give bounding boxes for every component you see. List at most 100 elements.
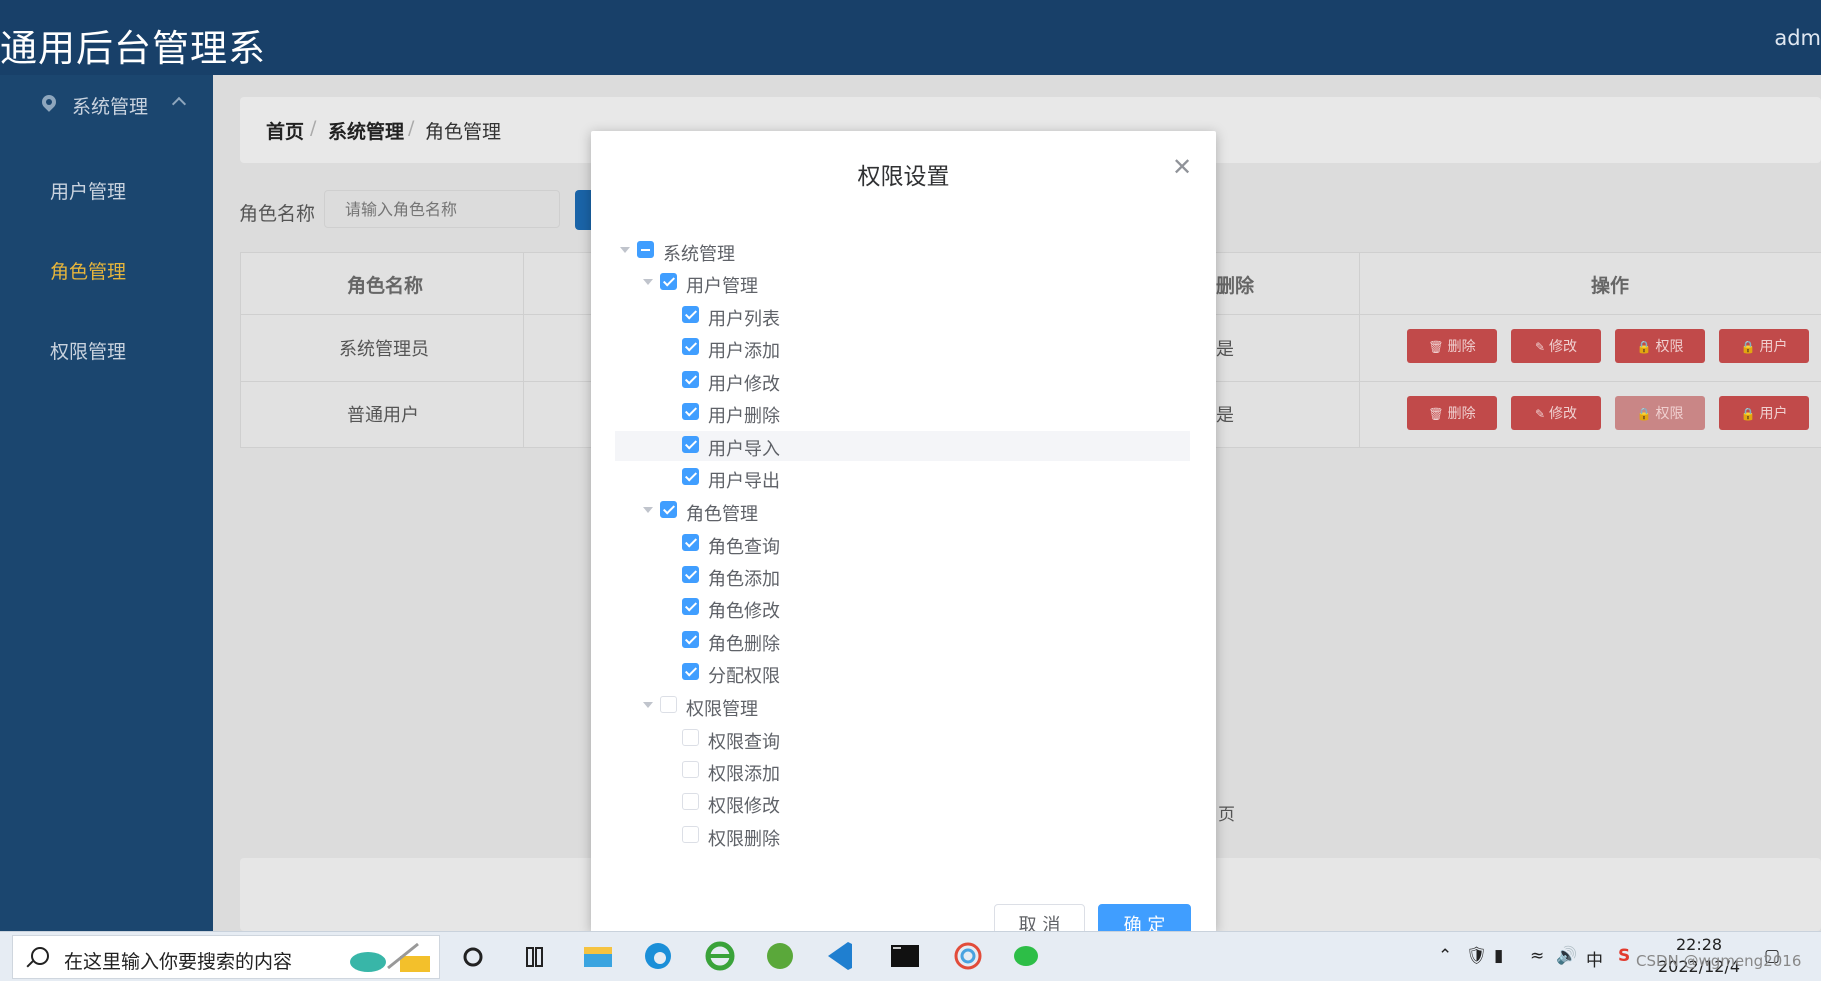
tree-node-role-management[interactable]: 角色管理: [615, 496, 1190, 526]
volume-icon[interactable]: 🔊: [1556, 946, 1577, 966]
tree-node-user-management[interactable]: 用户管理: [615, 268, 1190, 298]
tree-checkbox[interactable]: [637, 241, 654, 258]
tree-leaf[interactable]: 用户修改: [615, 366, 1190, 396]
delete-button[interactable]: 🗑 删除: [1407, 396, 1497, 430]
cortana-icon[interactable]: [451, 934, 509, 980]
chevron-up-icon: [171, 96, 187, 112]
table-cell-role-name: 普通用户: [347, 405, 419, 426]
tree-node-label: 系统管理: [663, 244, 735, 265]
ime-indicator[interactable]: 中: [1586, 946, 1603, 971]
breadcrumb-separator: /: [408, 117, 415, 139]
tree-leaf[interactable]: 分配权限: [615, 658, 1190, 688]
tree-node-permission-management[interactable]: 权限管理: [615, 691, 1190, 721]
ie-browser-icon[interactable]: [692, 934, 750, 980]
tree-checkbox[interactable]: [682, 598, 699, 615]
tree-checkbox[interactable]: [682, 371, 699, 388]
tree-checkbox[interactable]: [660, 273, 677, 290]
tree-checkbox[interactable]: [660, 501, 677, 518]
breadcrumb-home[interactable]: 首页: [266, 117, 304, 144]
edge-browser-icon[interactable]: [630, 934, 688, 980]
tree-checkbox[interactable]: [682, 566, 699, 583]
breadcrumb-system[interactable]: 系统管理: [328, 117, 404, 144]
chevron-up-icon[interactable]: ⌃: [1438, 946, 1452, 966]
tree-checkbox[interactable]: [682, 468, 699, 485]
caret-down-icon[interactable]: [643, 702, 653, 708]
tree-leaf[interactable]: 用户删除: [615, 398, 1190, 428]
tree-checkbox[interactable]: [682, 403, 699, 420]
table-cell-deleted: 是: [1216, 405, 1234, 426]
file-explorer-icon[interactable]: [570, 934, 628, 980]
edit-button[interactable]: ✎ 修改: [1511, 396, 1601, 430]
tree-leaf[interactable]: 用户列表: [615, 301, 1190, 331]
terminal-icon[interactable]: [877, 934, 935, 980]
tree-leaf[interactable]: 角色查询: [615, 529, 1190, 559]
user-button[interactable]: 🔒 用户: [1719, 396, 1809, 430]
battery-icon[interactable]: ▮: [1494, 946, 1503, 966]
tree-leaf[interactable]: 权限修改: [615, 788, 1190, 818]
tree-checkbox[interactable]: [682, 729, 699, 746]
sidebar-item-roles[interactable]: 角色管理: [50, 257, 126, 284]
tree-checkbox[interactable]: [682, 761, 699, 778]
browser-app-icon[interactable]: [940, 934, 998, 980]
tree-leaf[interactable]: 角色修改: [615, 593, 1190, 623]
shield-icon[interactable]: 🛡: [1466, 946, 1488, 966]
trash-icon: 🗑: [1428, 340, 1444, 354]
taskbar-search[interactable]: 在这里输入你要搜索的内容: [12, 935, 440, 979]
tree-node-label: 用户添加: [708, 341, 780, 362]
caret-down-icon[interactable]: [643, 279, 653, 285]
user-menu[interactable]: adm: [1774, 26, 1821, 50]
vscode-icon[interactable]: [812, 934, 870, 980]
role-name-search-input[interactable]: [324, 190, 560, 228]
wechat-icon[interactable]: [1000, 934, 1058, 980]
table-cell-deleted: 是: [1216, 339, 1234, 360]
tree-checkbox[interactable]: [682, 631, 699, 648]
tree-checkbox[interactable]: [660, 696, 677, 713]
dialog-title: 权限设置: [857, 164, 950, 190]
user-button[interactable]: 🔒 用户: [1719, 329, 1809, 363]
pencil-icon: ✎: [1534, 407, 1546, 421]
sogou-ime-icon[interactable]: S: [1618, 946, 1630, 966]
tree-checkbox[interactable]: [682, 793, 699, 810]
tree-node-label: 用户删除: [708, 406, 780, 427]
caret-down-icon[interactable]: [643, 507, 653, 513]
sidebar-group-label: 系统管理: [72, 96, 149, 118]
tree-node-label: 角色删除: [708, 634, 780, 655]
location-icon: [39, 92, 59, 112]
tree-leaf[interactable]: 权限添加: [615, 756, 1190, 786]
tree-node-label: 角色修改: [708, 601, 780, 622]
delete-button[interactable]: 🗑 删除: [1407, 329, 1497, 363]
column-divider: [523, 253, 524, 447]
pagination-text: 页: [1218, 805, 1235, 825]
tree-checkbox[interactable]: [682, 436, 699, 453]
breadcrumb-current: 角色管理: [425, 121, 502, 143]
spring-tool-icon[interactable]: [752, 934, 810, 980]
tree-checkbox[interactable]: [682, 534, 699, 551]
tree-leaf[interactable]: 权限删除: [615, 821, 1190, 851]
sidebar-group-system[interactable]: 系统管理: [39, 92, 149, 119]
tree-leaf[interactable]: 用户导入: [615, 431, 1190, 461]
tree-leaf[interactable]: 权限查询: [615, 724, 1190, 754]
pencil-icon: ✎: [1534, 340, 1546, 354]
close-icon[interactable]: ✕: [1172, 153, 1192, 181]
tree-node-system[interactable]: 系统管理: [615, 236, 1190, 266]
tree-node-label: 用户管理: [686, 276, 758, 297]
tree-leaf[interactable]: 角色添加: [615, 561, 1190, 591]
edit-button[interactable]: ✎ 修改: [1511, 329, 1601, 363]
tree-node-label: 用户导入: [708, 439, 780, 460]
tree-checkbox[interactable]: [682, 338, 699, 355]
tree-checkbox[interactable]: [682, 663, 699, 680]
task-view-icon[interactable]: [511, 934, 569, 980]
tree-checkbox[interactable]: [682, 826, 699, 843]
sidebar-item-users[interactable]: 用户管理: [50, 177, 126, 204]
caret-down-icon[interactable]: [620, 247, 630, 253]
sidebar-item-permissions[interactable]: 权限管理: [50, 337, 126, 364]
tree-leaf[interactable]: 用户添加: [615, 333, 1190, 363]
lock-icon: 🔒: [1740, 407, 1756, 421]
permission-button[interactable]: 🔒 权限: [1615, 396, 1705, 430]
search-highlight-icon: [350, 942, 430, 972]
tree-leaf[interactable]: 用户导出: [615, 463, 1190, 493]
permission-button[interactable]: 🔒 权限: [1615, 329, 1705, 363]
tree-checkbox[interactable]: [682, 306, 699, 323]
wifi-icon[interactable]: ≈: [1530, 946, 1544, 966]
tree-leaf[interactable]: 角色删除: [615, 626, 1190, 656]
